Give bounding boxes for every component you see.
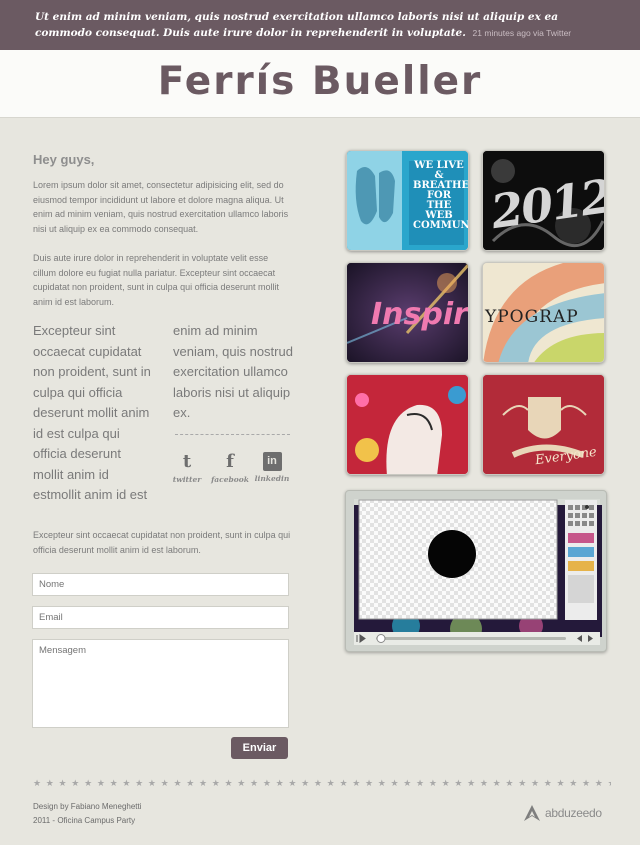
facebook-label: facebook	[211, 475, 249, 484]
intro-paragraph: Lorem ipsum dolor sit amet, consectetur …	[33, 180, 289, 234]
dashed-divider	[175, 434, 290, 435]
latest-tweet: Ut enim ad minim veniam, quis nostrud ex…	[35, 9, 615, 41]
facebook-link[interactable]: f facebook	[210, 451, 250, 485]
second-paragraph: Duis aute irure dolor in reprehenderit i…	[33, 253, 279, 307]
contact-intro-paragraph: Excepteur sint occaecat cupidatat non pr…	[33, 530, 291, 555]
top-tweet-bar: Ut enim ad minim veniam, quis nostrud ex…	[0, 0, 640, 50]
illustration-artwork	[347, 375, 468, 474]
twitter-icon: t	[182, 451, 192, 472]
linkedin-label: linkedin	[254, 474, 290, 483]
abduzeedo-link[interactable]: abduzeedo	[523, 804, 611, 824]
copyright-line: 2011 - Oficina Campus Party	[33, 816, 136, 825]
design-credit: Design by Fabiano Meneghetti	[33, 802, 142, 811]
large-text-column-right: enim ad minim veniam, quis nostrud exerc…	[173, 323, 293, 420]
linkedin-link[interactable]: in linkedin	[252, 452, 292, 483]
star-divider: ★★★★★★★★★★★★★★★★★★★★★★★★★★★★★★★★★★★★★★★★…	[33, 778, 611, 788]
tweet-timestamp[interactable]: 21 minutes ago via Twitter	[473, 28, 572, 38]
portfolio-thumb-everyone[interactable]: Everyone	[482, 374, 605, 475]
editor-screenshot	[354, 499, 602, 645]
portfolio-screenshot-editor[interactable]	[345, 490, 607, 652]
submit-button[interactable]: Enviar	[231, 737, 288, 759]
message-field[interactable]	[32, 639, 289, 728]
portfolio-thumb-2012[interactable]: 2012	[482, 150, 605, 251]
twitter-link[interactable]: t twitter	[167, 451, 207, 485]
community-artwork-text: WE LIVE & BREATHE FOR THE WEB COMMUNITY	[413, 160, 469, 231]
abduzeedo-logo-icon	[524, 805, 540, 821]
large-text-column-left: Excepteur sint occaecat cupidatat non pr…	[33, 323, 151, 502]
site-title[interactable]: Ferrís Bueller	[0, 57, 640, 107]
inspire-artwork-text: Inspir	[371, 297, 468, 332]
greeting-heading: Hey guys,	[33, 152, 95, 167]
abduzeedo-brand-text: abduzeedo	[545, 806, 602, 820]
portfolio-thumb-inspire[interactable]: Inspir	[346, 262, 469, 363]
linkedin-icon: in	[262, 452, 282, 471]
portfolio-thumb-community[interactable]: WE LIVE & BREATHE FOR THE WEB COMMUNITY	[346, 150, 469, 251]
portfolio-thumb-typography[interactable]: YPOGRAP	[482, 262, 605, 363]
email-field[interactable]	[32, 606, 289, 629]
name-field[interactable]	[32, 573, 289, 596]
portfolio-thumb-illustration[interactable]	[346, 374, 469, 475]
typography-artwork-text: YPOGRAP	[485, 307, 579, 327]
twitter-label: twitter	[172, 475, 202, 484]
facebook-icon: f	[226, 451, 234, 472]
